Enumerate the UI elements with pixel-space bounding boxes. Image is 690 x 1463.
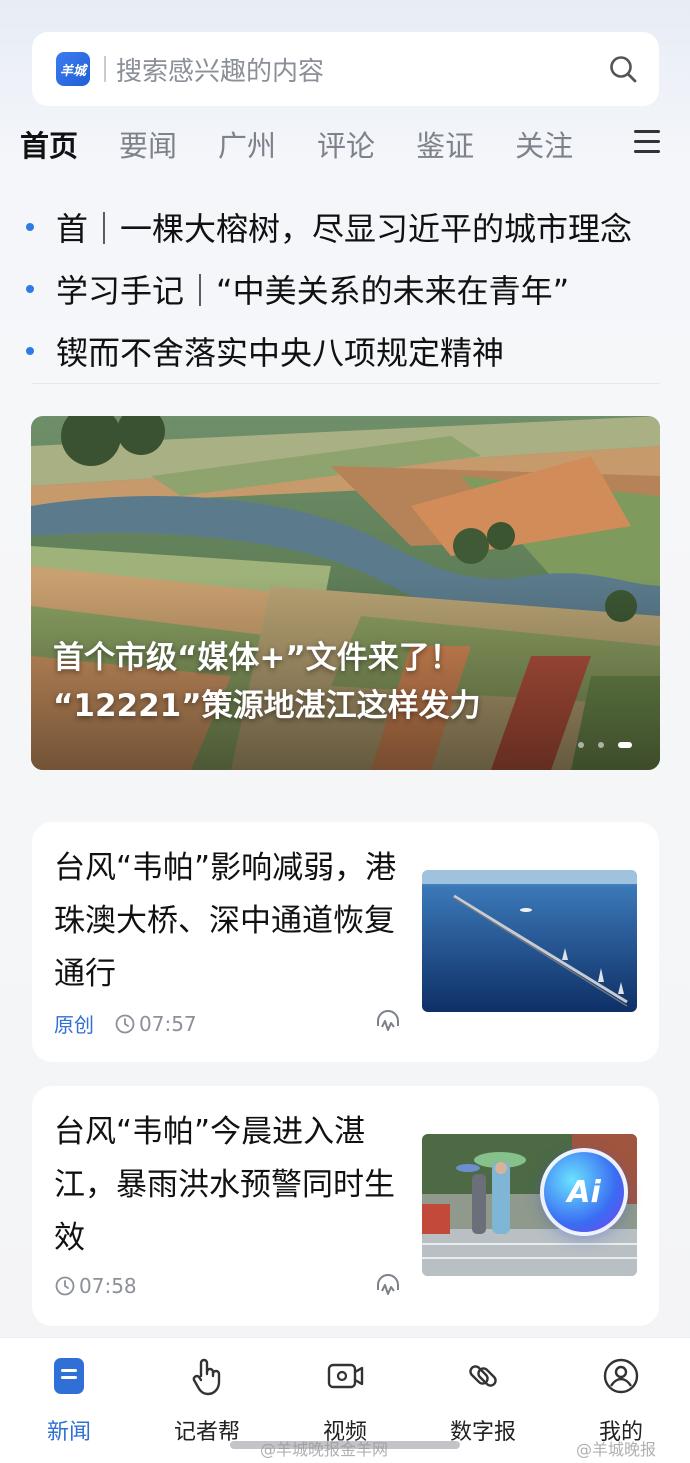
bullet-icon [26, 223, 34, 231]
banner-title-line1: 首个市级“媒体+”文件来了！ [53, 640, 461, 676]
bridge-over-sea-photo [422, 870, 637, 1012]
tab-follow[interactable]: 关注 [515, 123, 573, 165]
search-bar[interactable]: 羊城 搜索感兴趣的内容 [32, 32, 659, 106]
tab-home[interactable]: 首页 [20, 123, 78, 165]
tab-verification[interactable]: 鉴证 [416, 123, 474, 165]
headline-text: 锲而不舍落实中央八项规定精神 [56, 334, 505, 372]
listen-icon[interactable] [373, 1006, 403, 1036]
article-meta: 原创 07:57 [54, 1009, 197, 1038]
carousel-dot-active[interactable] [618, 742, 632, 748]
banner-caption: 首个市级“媒体+”文件来了！ “12221”策源地湛江这样发力 [53, 634, 481, 730]
nav-label: 新闻 [46, 1420, 91, 1445]
headline-list: 首｜一棵大榕树，尽显习近平的城市理念 学习手记｜“中美关系的未来在青年” 锲而不… [26, 196, 666, 382]
watermark: @羊城晚报金羊网 [260, 1440, 389, 1459]
clock-icon [115, 1014, 135, 1033]
headline-text: 首｜一棵大榕树，尽显习近平的城市理念 [56, 210, 633, 248]
carousel-dot[interactable] [578, 742, 584, 748]
banner-title-line2: “12221”策源地湛江这样发力 [53, 688, 481, 724]
link-icon [469, 1365, 497, 1387]
nav-item-digital-paper[interactable]: 数字报 [433, 1346, 533, 1446]
article-time: 07:57 [139, 1011, 197, 1036]
article-card[interactable]: 台风“韦帕”今晨进入湛江，暴雨洪水预警同时生效 Ai 07:58 [32, 1086, 659, 1326]
channel-tabs: 首页 要闻 广州 评论 鉴证 关注 [20, 118, 670, 170]
app-logo: 羊城 [56, 52, 90, 86]
headline-item[interactable]: 锲而不舍落实中央八项规定精神 [26, 320, 666, 382]
headline-item[interactable]: 学习手记｜“中美关系的未来在青年” [26, 258, 666, 320]
clock-icon [55, 1276, 75, 1296]
watermark: @羊城晚报 [576, 1440, 657, 1459]
video-icon [327, 1363, 364, 1389]
search-icon[interactable] [603, 49, 643, 89]
carousel-dot[interactable] [598, 742, 604, 748]
nav-item-reporter-help[interactable]: 记者帮 [157, 1346, 257, 1446]
nav-item-video[interactable]: 视频 [295, 1346, 395, 1446]
search-input[interactable]: 搜索感兴趣的内容 [116, 51, 603, 88]
original-tag: 原创 [54, 1013, 94, 1037]
nav-item-profile[interactable]: 我的 [571, 1346, 671, 1446]
section-divider [32, 383, 660, 384]
tab-news[interactable]: 要闻 [119, 123, 177, 165]
bullet-icon [26, 347, 34, 355]
hand-icon [192, 1358, 221, 1396]
ai-assistant-button[interactable]: Ai [540, 1148, 628, 1236]
nav-label: 数字报 [449, 1420, 516, 1445]
article-meta: 07:58 [54, 1274, 137, 1298]
menu-icon[interactable] [634, 130, 660, 154]
headline-text: 学习手记｜“中美关系的未来在青年” [56, 272, 570, 310]
news-icon [54, 1358, 84, 1394]
ai-badge-label: Ai [567, 1174, 601, 1210]
nav-label: 记者帮 [173, 1420, 240, 1445]
tab-guangzhou[interactable]: 广州 [218, 123, 276, 165]
nav-item-news[interactable]: 新闻 [19, 1346, 119, 1446]
article-time: 07:58 [79, 1274, 137, 1298]
search-divider [104, 56, 106, 82]
tab-commentary[interactable]: 评论 [317, 123, 375, 165]
profile-icon [603, 1358, 639, 1394]
listen-icon[interactable] [373, 1270, 403, 1300]
bullet-icon [26, 285, 34, 293]
article-card[interactable]: 台风“韦帕”影响减弱，港珠澳大桥、深中通道恢复通行 原创 07:57 [32, 822, 659, 1062]
article-thumbnail [422, 870, 637, 1012]
carousel-banner[interactable]: 首个市级“媒体+”文件来了！ “12221”策源地湛江这样发力 [31, 416, 660, 770]
headline-item[interactable]: 首｜一棵大榕树，尽显习近平的城市理念 [26, 196, 666, 258]
article-title: 台风“韦帕”影响减弱，港珠澳大桥、深中通道恢复通行 [54, 850, 397, 992]
carousel-dots [564, 742, 632, 748]
article-title: 台风“韦帕”今晨进入湛江，暴雨洪水预警同时生效 [54, 1114, 395, 1256]
